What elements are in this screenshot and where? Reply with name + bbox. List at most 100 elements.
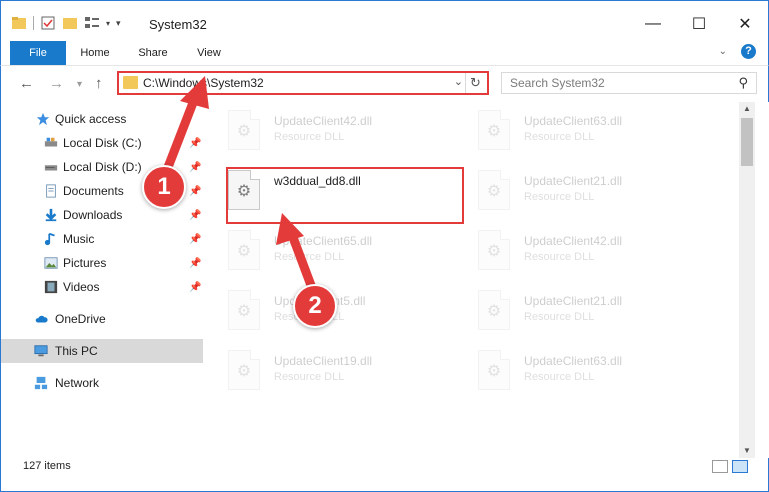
refresh-icon[interactable]: ↻ — [465, 73, 485, 93]
star-icon — [36, 112, 50, 126]
tab-share[interactable]: Share — [133, 41, 173, 65]
maximize-button[interactable]: ☐ — [676, 9, 722, 39]
view-toggle — [712, 460, 748, 473]
gear-icon: ⚙ — [486, 363, 502, 380]
large-icons-view-icon[interactable] — [732, 460, 748, 473]
gear-icon: ⚙ — [236, 243, 252, 260]
scroll-thumb[interactable] — [741, 118, 753, 166]
file-name: UpdateClient63.dll — [524, 114, 623, 128]
file-name: UpdateClient21.dll — [524, 174, 623, 188]
search-box[interactable]: ⚲ — [501, 72, 757, 94]
file-list[interactable]: ⚙ UpdateClient42.dll Resource DLL ⚙ Upda… — [208, 102, 738, 458]
file-name: UpdateClient42.dll — [274, 114, 373, 128]
gear-icon: ⚙ — [236, 363, 252, 380]
sidebar-item-label: Quick access — [55, 112, 127, 126]
annotation-badge-step-2: 2 — [293, 284, 337, 328]
separator — [33, 16, 34, 30]
network-icon — [34, 376, 48, 390]
sidebar-item-label: Network — [55, 376, 100, 390]
music-icon — [44, 232, 55, 246]
gear-icon: ⚙ — [486, 243, 502, 260]
sidebar-item-this-pc[interactable]: This PC — [1, 339, 203, 363]
list-item[interactable]: ⚙ UpdateClient21.dll Resource DLL — [458, 286, 698, 334]
title-bar: ▾ ▾ System32 — ☐ ✕ — [0, 0, 769, 46]
navigation-pane: Quick access Local Disk (C:) 📌 Local Dis… — [0, 102, 204, 458]
chevron-down-icon[interactable]: ⌄ — [454, 75, 463, 88]
sidebar-item-label: Downloads — [63, 208, 123, 222]
list-item[interactable]: ⚙ UpdateClient63.dll Resource DLL — [458, 346, 698, 394]
list-item[interactable]: ⚙ UpdateClient19.dll Resource DLL — [208, 346, 448, 394]
window-controls: — ☐ ✕ — [630, 9, 768, 39]
drive-icon — [44, 165, 58, 171]
search-icon[interactable]: ⚲ — [738, 75, 748, 91]
sidebar-item-label: Local Disk (C:) — [63, 136, 142, 150]
vertical-scrollbar[interactable]: ▲ ▼ — [739, 102, 755, 458]
back-arrow-icon[interactable]: ← — [19, 75, 34, 92]
list-item[interactable]: ⚙ UpdateClient21.dll Resource DLL — [458, 166, 698, 214]
pin-icon[interactable]: 📌 — [189, 282, 201, 293]
sidebar-item-network[interactable]: Network — [1, 371, 203, 395]
list-item[interactable]: ⚙ UpdateClient65.dll Resource DLL — [208, 226, 448, 274]
chevron-down-icon[interactable]: ▾ — [106, 19, 110, 28]
pin-icon[interactable]: 📌 — [189, 258, 201, 269]
sidebar-item-label: Documents — [63, 184, 124, 198]
pictures-icon — [44, 257, 58, 269]
help-button[interactable]: ? — [741, 44, 756, 59]
pin-icon[interactable]: 📌 — [189, 138, 201, 149]
sidebar-item-label: This PC — [55, 344, 98, 358]
address-path[interactable]: C:\Windows\System32 — [143, 76, 264, 90]
gear-icon: ⚙ — [236, 303, 252, 320]
pin-icon[interactable]: 📌 — [189, 186, 201, 197]
customize-toolbar-icon[interactable]: ▾ — [116, 18, 121, 29]
annotation-badge-step-1: 1 — [142, 165, 186, 209]
videos-icon — [44, 280, 58, 294]
sidebar-item-label: OneDrive — [55, 312, 106, 326]
ribbon-right-controls: ⌄ ? — [719, 44, 756, 59]
pin-icon[interactable]: 📌 — [189, 234, 201, 245]
view-options-icon[interactable] — [84, 15, 100, 31]
pin-icon[interactable]: 📌 — [189, 210, 201, 221]
sidebar-item-videos[interactable]: Videos 📌 — [1, 275, 203, 299]
expand-ribbon-icon[interactable]: ⌄ — [719, 46, 727, 57]
sidebar-item-local-disk-c[interactable]: Local Disk (C:) 📌 — [1, 131, 203, 155]
close-button[interactable]: ✕ — [722, 9, 768, 39]
search-input[interactable] — [502, 73, 722, 93]
list-item[interactable]: ⚙ UpdateClient42.dll Resource DLL — [208, 106, 448, 154]
scroll-up-arrow-icon[interactable]: ▲ — [739, 102, 755, 116]
tab-view[interactable]: View — [189, 41, 229, 65]
sidebar-item-quick-access[interactable]: Quick access — [1, 107, 203, 131]
sidebar-item-label: Local Disk (D:) — [63, 160, 142, 174]
details-view-icon[interactable] — [712, 460, 728, 473]
properties-icon[interactable] — [40, 15, 56, 31]
window-title: System32 — [149, 17, 207, 32]
forward-arrow-icon[interactable]: → — [49, 75, 64, 92]
file-type: Resource DLL — [524, 371, 595, 383]
file-name: UpdateClient63.dll — [524, 354, 623, 368]
minimize-button[interactable]: — — [630, 9, 676, 39]
file-type: Resource DLL — [274, 131, 345, 143]
annotation-highlight-box — [226, 167, 464, 224]
gear-icon: ⚙ — [486, 123, 502, 140]
file-name: UpdateClient19.dll — [274, 354, 373, 368]
list-item[interactable]: ⚙ UpdateClient42.dll Resource DLL — [458, 226, 698, 274]
item-count: 127 items — [23, 460, 71, 472]
drive-icon — [44, 137, 58, 147]
sidebar-item-pictures[interactable]: Pictures 📌 — [1, 251, 203, 275]
file-type: Resource DLL — [274, 251, 345, 263]
up-arrow-icon[interactable]: ↑ — [95, 75, 103, 92]
folder-icon[interactable] — [11, 15, 27, 31]
file-name: UpdateClient42.dll — [524, 234, 623, 248]
folder-icon — [123, 76, 138, 89]
list-item[interactable]: ⚙ UpdateClient63.dll Resource DLL — [458, 106, 698, 154]
sidebar-item-label: Videos — [63, 280, 100, 294]
sidebar-item-onedrive[interactable]: OneDrive — [1, 307, 203, 331]
sidebar-item-music[interactable]: Music 📌 — [1, 227, 203, 251]
pin-icon[interactable]: 📌 — [189, 162, 201, 173]
address-bar[interactable]: C:\Windows\System32 ⌄ ↻ — [117, 71, 489, 95]
quick-access-toolbar: ▾ ▾ — [11, 15, 121, 31]
new-folder-icon[interactable] — [62, 15, 78, 31]
tab-home[interactable]: Home — [75, 41, 115, 65]
recent-locations-icon[interactable]: ▾ — [77, 79, 82, 90]
documents-icon — [46, 184, 56, 198]
scroll-down-arrow-icon[interactable]: ▼ — [739, 444, 755, 458]
